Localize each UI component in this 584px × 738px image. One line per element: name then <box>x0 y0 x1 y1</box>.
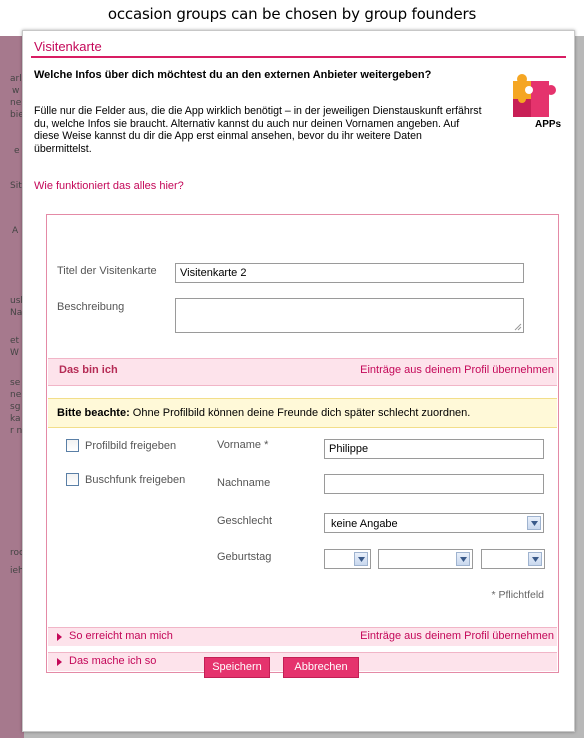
background-fragment: r n <box>10 426 23 436</box>
description-label: Beschreibung <box>57 301 125 313</box>
background-fragment: ne <box>10 390 22 400</box>
share-photo-checkbox[interactable] <box>66 439 79 452</box>
share-photo-label: Profilbild freigeben <box>85 440 177 452</box>
triangle-right-icon <box>57 633 62 641</box>
business-card-dialog: Visitenkarte Welche Infos über dich möch… <box>22 30 575 732</box>
birthday-label: Geburtstag <box>217 551 272 563</box>
intro-text: Fülle nur die Felder aus, die die App wi… <box>34 105 482 155</box>
reach-title[interactable]: So erreicht man mich <box>69 630 173 642</box>
background-fragment: e <box>14 146 20 156</box>
apps-logo-label: APPs <box>535 119 562 129</box>
background-fragment: se <box>10 378 21 388</box>
note-body: Ohne Profilbild können deine Freunde dic… <box>129 407 471 419</box>
card-title-input[interactable] <box>175 263 524 283</box>
chevron-down-icon[interactable] <box>354 552 368 566</box>
cancel-button[interactable]: Abbrechen <box>283 657 359 678</box>
triangle-right-icon <box>57 658 62 666</box>
background-fragment: ka <box>10 414 21 424</box>
share-buschfunk-checkbox[interactable] <box>66 473 79 486</box>
title-divider <box>31 56 566 58</box>
puzzle-icon: APPs <box>513 74 562 130</box>
background-fragment: sg <box>10 402 21 412</box>
lastname-label: Nachname <box>217 477 271 489</box>
apps-logo: APPs <box>507 69 565 130</box>
share-buschfunk-label: Buschfunk freigeben <box>85 474 186 486</box>
description-textarea[interactable] <box>175 298 524 333</box>
gender-value: keine Angabe <box>331 518 398 530</box>
background-fragment: w <box>12 86 20 96</box>
birthday-day-select[interactable] <box>324 549 371 569</box>
gender-label: Geschlecht <box>217 515 273 527</box>
profile-photo-note: Bitte beachte: Ohne Profilbild können de… <box>48 398 557 428</box>
reach-import-link[interactable]: Einträge aus deinem Profil übernehmen <box>360 630 554 642</box>
card-title-label: Titel der Visitenkarte <box>57 265 157 277</box>
help-link[interactable]: Wie funktioniert das alles hier? <box>34 180 184 192</box>
resize-grip-icon[interactable] <box>514 323 522 331</box>
background-fragment: W <box>10 348 19 358</box>
about-me-title: Das bin ich <box>59 364 118 376</box>
about-me-section-header: Das bin ich Einträge aus deinem Profil ü… <box>48 358 557 386</box>
background-fragment: usl <box>10 296 23 306</box>
birthday-month-select[interactable] <box>378 549 473 569</box>
card-form: Titel der Visitenkarte Beschreibung Das … <box>46 214 559 673</box>
firstname-label: Vorname * <box>217 439 269 451</box>
doing-title[interactable]: Das mache ich so <box>69 655 156 667</box>
required-note: * Pflichtfeld <box>491 589 544 601</box>
background-fragment: Na <box>10 308 23 318</box>
chevron-down-icon[interactable] <box>456 552 470 566</box>
gender-select[interactable]: keine Angabe <box>324 513 544 533</box>
note-text: Bitte beachte: Ohne Profilbild können de… <box>57 407 470 419</box>
chevron-down-icon[interactable] <box>528 552 542 566</box>
save-button[interactable]: Speichern <box>204 657 270 678</box>
intro-heading: Welche Infos über dich möchtest du an de… <box>34 69 432 81</box>
import-profile-link[interactable]: Einträge aus deinem Profil übernehmen <box>360 364 554 376</box>
note-bold: Bitte beachte: <box>57 407 130 419</box>
background-fragment: A <box>12 226 19 236</box>
background-fragment: et <box>10 336 20 346</box>
background-fragment: arl <box>10 74 22 84</box>
lastname-input[interactable] <box>324 474 544 494</box>
chevron-down-icon[interactable] <box>527 516 541 530</box>
dialog-title: Visitenkarte <box>34 39 102 54</box>
birthday-year-select[interactable] <box>481 549 545 569</box>
reach-section-header[interactable]: So erreicht man mich Einträge aus deinem… <box>48 627 557 646</box>
firstname-input[interactable] <box>324 439 544 459</box>
